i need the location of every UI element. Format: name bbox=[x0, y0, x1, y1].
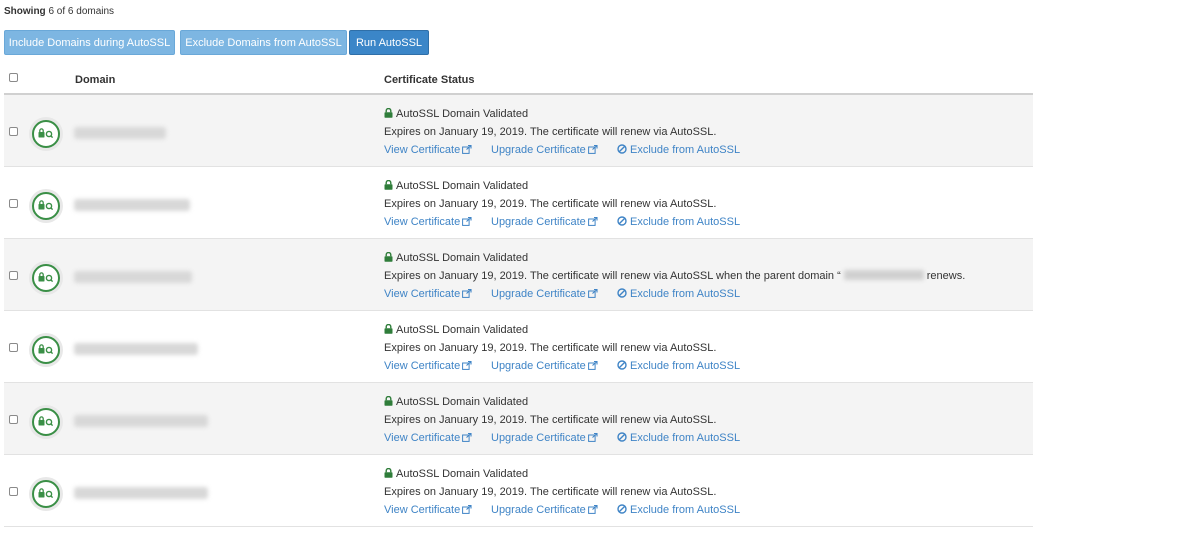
view-certificate-link[interactable]: View Certificate bbox=[384, 429, 472, 447]
table-row: AutoSSL Domain Validated Expires on Janu… bbox=[4, 239, 1033, 311]
lock-icon bbox=[384, 178, 393, 196]
external-link-icon bbox=[462, 288, 472, 298]
run-autossl-button[interactable]: Run AutoSSL bbox=[349, 30, 429, 55]
view-certificate-link[interactable]: View Certificate bbox=[384, 501, 472, 519]
expiry-text: Expires on January 19, 2019. The certifi… bbox=[384, 486, 717, 498]
ssl-badge-icon bbox=[29, 189, 63, 223]
external-link-icon bbox=[587, 432, 598, 442]
status-text: AutoSSL Domain Validated bbox=[396, 324, 529, 336]
external-link-icon bbox=[587, 216, 598, 226]
showing-summary: Showing 6 of 6 domains bbox=[4, 6, 114, 17]
ssl-badge-icon bbox=[29, 477, 63, 511]
exclude-from-autossl-link[interactable]: Exclude from AutoSSL bbox=[617, 357, 740, 375]
row-checkbox[interactable] bbox=[9, 487, 18, 496]
external-link-icon bbox=[587, 144, 598, 154]
upgrade-certificate-link[interactable]: Upgrade Certificate bbox=[491, 429, 598, 447]
table-row: AutoSSL Domain Validated Expires on Janu… bbox=[4, 455, 1033, 527]
external-link-icon bbox=[462, 504, 472, 514]
status-text: AutoSSL Domain Validated bbox=[396, 396, 529, 408]
view-certificate-link[interactable]: View Certificate bbox=[384, 213, 472, 231]
view-certificate-link[interactable]: View Certificate bbox=[384, 141, 472, 159]
ssl-badge-icon bbox=[29, 405, 63, 439]
exclude-domains-button[interactable]: Exclude Domains from AutoSSL bbox=[180, 30, 347, 55]
exclude-from-autossl-link[interactable]: Exclude from AutoSSL bbox=[617, 213, 740, 231]
status-text: AutoSSL Domain Validated bbox=[396, 180, 529, 192]
domain-name bbox=[74, 415, 208, 427]
table-row: AutoSSL Domain Validated Expires on Janu… bbox=[4, 383, 1033, 455]
certificate-status: AutoSSL Domain Validated Expires on Janu… bbox=[384, 249, 1024, 303]
table-body: AutoSSL Domain Validated Expires on Janu… bbox=[4, 95, 1033, 527]
row-checkbox[interactable] bbox=[9, 415, 18, 424]
upgrade-certificate-link[interactable]: Upgrade Certificate bbox=[491, 357, 598, 375]
lock-icon bbox=[384, 466, 393, 484]
showing-label: Showing bbox=[4, 6, 46, 17]
status-text: AutoSSL Domain Validated bbox=[396, 108, 529, 120]
ban-icon bbox=[617, 144, 627, 154]
external-link-icon bbox=[587, 288, 598, 298]
domain-name bbox=[74, 127, 166, 139]
certificate-status: AutoSSL Domain Validated Expires on Janu… bbox=[384, 105, 1024, 159]
expiry-text: Expires on January 19, 2019. The certifi… bbox=[384, 126, 717, 138]
domain-name bbox=[74, 199, 190, 211]
external-link-icon bbox=[462, 432, 472, 442]
exclude-from-autossl-link[interactable]: Exclude from AutoSSL bbox=[617, 501, 740, 519]
certificate-status: AutoSSL Domain Validated Expires on Janu… bbox=[384, 321, 1024, 375]
expiry-text: Expires on January 19, 2019. The certifi… bbox=[384, 198, 717, 210]
select-all-checkbox[interactable] bbox=[9, 73, 18, 82]
domain-name bbox=[74, 271, 192, 283]
row-checkbox[interactable] bbox=[9, 343, 18, 352]
ban-icon bbox=[617, 504, 627, 514]
ssl-badge-icon bbox=[29, 117, 63, 151]
ban-icon bbox=[617, 432, 627, 442]
row-checkbox[interactable] bbox=[9, 271, 18, 280]
column-header-status: Certificate Status bbox=[384, 74, 475, 86]
column-header-domain: Domain bbox=[75, 74, 116, 86]
parent-domain-name bbox=[843, 270, 924, 280]
ssl-badge-icon bbox=[29, 261, 63, 295]
ban-icon bbox=[617, 288, 627, 298]
table-row: AutoSSL Domain Validated Expires on Janu… bbox=[4, 95, 1033, 167]
upgrade-certificate-link[interactable]: Upgrade Certificate bbox=[491, 501, 598, 519]
table-header: Domain Certificate Status bbox=[4, 68, 1033, 95]
include-domains-button[interactable]: Include Domains during AutoSSL bbox=[4, 30, 175, 55]
expiry-suffix: renews. bbox=[926, 270, 966, 282]
row-checkbox[interactable] bbox=[9, 199, 18, 208]
upgrade-certificate-link[interactable]: Upgrade Certificate bbox=[491, 141, 598, 159]
expiry-text: Expires on January 19, 2019. The certifi… bbox=[384, 270, 841, 282]
status-text: AutoSSL Domain Validated bbox=[396, 252, 529, 264]
status-text: AutoSSL Domain Validated bbox=[396, 468, 529, 480]
table-row: AutoSSL Domain Validated Expires on Janu… bbox=[4, 311, 1033, 383]
exclude-from-autossl-link[interactable]: Exclude from AutoSSL bbox=[617, 429, 740, 447]
view-certificate-link[interactable]: View Certificate bbox=[384, 357, 472, 375]
lock-icon bbox=[384, 250, 393, 268]
external-link-icon bbox=[462, 144, 472, 154]
domain-name bbox=[74, 343, 198, 355]
lock-icon bbox=[384, 322, 393, 340]
external-link-icon bbox=[587, 504, 598, 514]
table-row: AutoSSL Domain Validated Expires on Janu… bbox=[4, 167, 1033, 239]
showing-count: 6 of 6 domains bbox=[48, 6, 115, 17]
domain-name bbox=[74, 487, 208, 499]
expiry-text: Expires on January 19, 2019. The certifi… bbox=[384, 342, 717, 354]
lock-icon bbox=[384, 394, 393, 412]
exclude-from-autossl-link[interactable]: Exclude from AutoSSL bbox=[617, 285, 740, 303]
domains-table: Domain Certificate Status AutoSSL Domain… bbox=[4, 68, 1033, 527]
external-link-icon bbox=[587, 360, 598, 370]
certificate-status: AutoSSL Domain Validated Expires on Janu… bbox=[384, 393, 1024, 447]
view-certificate-link[interactable]: View Certificate bbox=[384, 285, 472, 303]
upgrade-certificate-link[interactable]: Upgrade Certificate bbox=[491, 285, 598, 303]
expiry-text: Expires on January 19, 2019. The certifi… bbox=[384, 414, 717, 426]
ban-icon bbox=[617, 216, 627, 226]
certificate-status: AutoSSL Domain Validated Expires on Janu… bbox=[384, 465, 1024, 519]
lock-icon bbox=[384, 106, 393, 124]
certificate-status: AutoSSL Domain Validated Expires on Janu… bbox=[384, 177, 1024, 231]
ban-icon bbox=[617, 360, 627, 370]
external-link-icon bbox=[462, 216, 472, 226]
upgrade-certificate-link[interactable]: Upgrade Certificate bbox=[491, 213, 598, 231]
external-link-icon bbox=[462, 360, 472, 370]
exclude-from-autossl-link[interactable]: Exclude from AutoSSL bbox=[617, 141, 740, 159]
ssl-badge-icon bbox=[29, 333, 63, 367]
row-checkbox[interactable] bbox=[9, 127, 18, 136]
